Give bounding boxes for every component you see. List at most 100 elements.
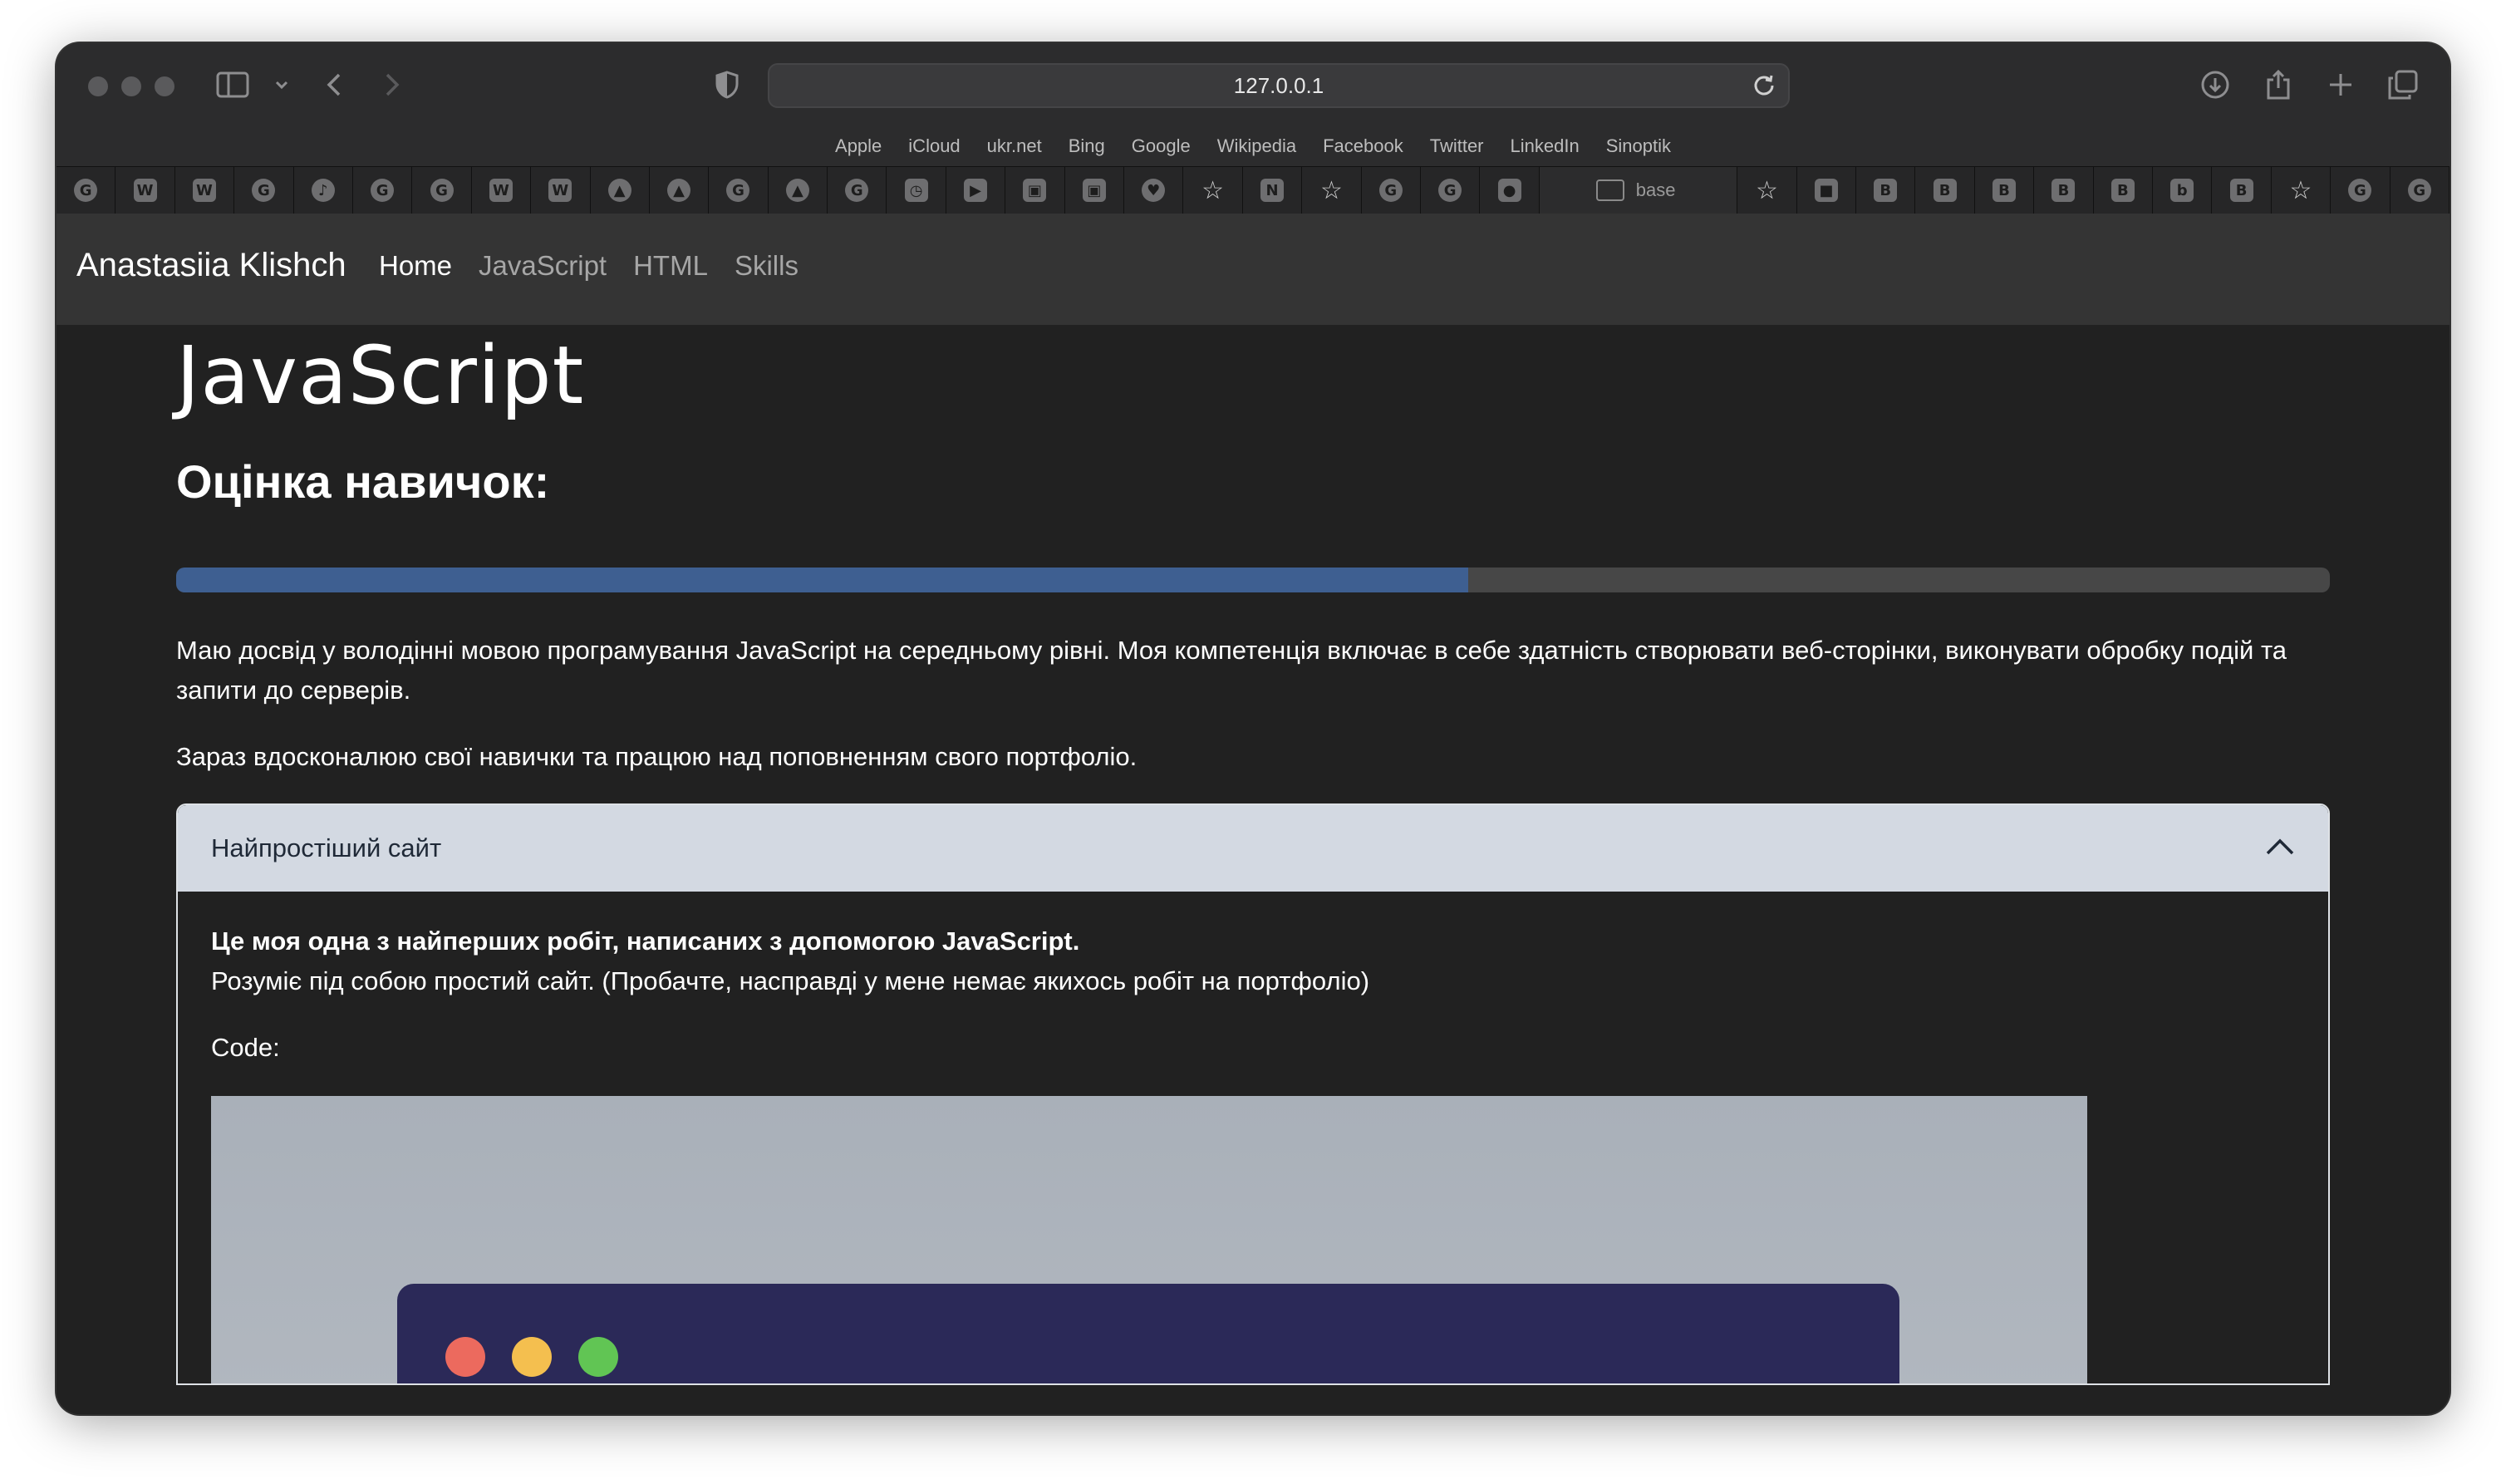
browser-tab[interactable]: B <box>1856 167 1916 214</box>
red-dot-icon <box>445 1337 485 1377</box>
webflow-icon: W <box>548 179 572 202</box>
code-window-dots <box>445 1337 618 1377</box>
site-navbar: Anastasiia Klishch Home JavaScript HTML … <box>57 214 2449 325</box>
bootstrap-icon: B <box>2229 179 2253 202</box>
browser-tab[interactable]: G <box>352 167 413 214</box>
chevron-down-icon[interactable] <box>274 66 289 103</box>
heart-icon: ♥ <box>1142 179 1166 202</box>
forward-icon[interactable] <box>382 66 402 103</box>
favorite-link[interactable]: Apple <box>835 135 882 157</box>
bootstrap-icon: B <box>1993 179 2017 202</box>
browser-tab[interactable]: W <box>115 167 175 214</box>
browser-tab[interactable]: ▲ <box>768 167 828 214</box>
browser-tab[interactable]: G <box>412 167 472 214</box>
download-icon[interactable] <box>2200 66 2230 103</box>
favorites-bar: Apple iCloud ukr.net Bing Google Wikiped… <box>57 126 2449 166</box>
reload-icon[interactable] <box>1752 73 1776 102</box>
nav-link-home[interactable]: Home <box>379 250 452 282</box>
browser-tab[interactable]: ♪ <box>293 167 353 214</box>
browser-tab[interactable]: G <box>709 167 769 214</box>
tab-strip: G W W G ♪ G G W W ▲ ▲ G ▲ G ◷ ▶ ▣ ▣ ♥ ☆ N ☆ G G ● base ☆ ■ B B B B Bb B ☆ G… <box>57 166 2449 214</box>
browser-tab[interactable]: ◷ <box>887 167 946 214</box>
grammarly-icon: G <box>74 179 98 202</box>
project-intro: Це моя одна з найперших робіт, написаних… <box>211 926 1080 956</box>
minimize-window-button[interactable] <box>121 76 141 96</box>
drive-icon: ▲ <box>667 179 691 202</box>
youtube-icon: ▶ <box>964 179 988 202</box>
browser-tab[interactable]: ■ <box>1796 167 1857 214</box>
browser-tab[interactable]: W <box>531 167 591 214</box>
favorite-link[interactable]: Twitter <box>1430 135 1484 157</box>
browser-tab[interactable]: b <box>2153 167 2213 214</box>
browser-tab[interactable]: G <box>57 167 116 214</box>
tab-overview-icon[interactable] <box>2388 66 2418 103</box>
browser-tab[interactable]: G <box>2390 167 2449 214</box>
green-dot-icon <box>578 1337 618 1377</box>
page-title: JavaScript <box>176 329 585 422</box>
favorite-link[interactable]: Facebook <box>1323 135 1403 157</box>
clock-icon: ◷ <box>904 179 928 202</box>
browser-tab[interactable]: ☆ <box>1302 167 1362 214</box>
browser-tab[interactable]: B <box>2034 167 2094 214</box>
main-content: JavaScript Оцінка навичок: Маю досвід у … <box>176 325 2330 1385</box>
bootstrap-icon: B <box>1874 179 1898 202</box>
nav-link-html[interactable]: HTML <box>633 250 708 282</box>
browser-tab[interactable]: ▶ <box>946 167 1006 214</box>
browser-tab[interactable]: G <box>1420 167 1481 214</box>
close-window-button[interactable] <box>88 76 108 96</box>
accordion-body: Це моя одна з найперших робіт, написаних… <box>178 892 2328 1383</box>
browser-tab-active[interactable]: base <box>1539 167 1738 214</box>
project-accordion: Найпростіший сайт Це моя одна з найперши… <box>176 803 2330 1385</box>
bootstrap-icon: B <box>1933 179 1957 202</box>
share-icon[interactable] <box>2265 66 2292 103</box>
browser-tab[interactable]: G <box>234 167 294 214</box>
browser-tab[interactable]: B <box>1974 167 2035 214</box>
favorite-link[interactable]: iCloud <box>908 135 960 157</box>
contact-icon: ▣ <box>1082 179 1106 202</box>
browser-tab[interactable]: ● <box>1480 167 1540 214</box>
grammarly-icon: G <box>252 179 276 202</box>
star-icon: ☆ <box>1756 175 1778 205</box>
browser-tab[interactable]: W <box>174 167 235 214</box>
github-icon: ● <box>1497 179 1521 202</box>
favorite-link[interactable]: Sinoptik <box>1606 135 1671 157</box>
browser-tab[interactable]: ▣ <box>1005 167 1065 214</box>
grammarly-icon: G <box>845 179 869 202</box>
browser-tab[interactable]: ▣ <box>1064 167 1125 214</box>
zoom-window-button[interactable] <box>155 76 174 96</box>
site-brand[interactable]: Anastasiia Klishch <box>76 247 346 284</box>
browser-tab[interactable]: ☆ <box>1737 167 1797 214</box>
grammarly-icon: G <box>726 179 750 202</box>
nav-link-skills[interactable]: Skills <box>735 250 798 282</box>
browser-tab[interactable]: ☆ <box>1183 167 1243 214</box>
favorite-link[interactable]: Wikipedia <box>1217 135 1296 157</box>
browser-tab[interactable]: G <box>1361 167 1421 214</box>
star-icon: ☆ <box>2289 175 2312 205</box>
code-screenshot <box>211 1096 2087 1383</box>
favorite-link[interactable]: Bing <box>1069 135 1105 157</box>
browser-tab[interactable]: N <box>1242 167 1303 214</box>
browser-tab[interactable]: ▲ <box>590 167 650 214</box>
browser-tab[interactable]: ♥ <box>1124 167 1184 214</box>
browser-tab[interactable]: G <box>828 167 887 214</box>
favorite-link[interactable]: Google <box>1132 135 1191 157</box>
back-icon[interactable] <box>324 66 344 103</box>
video-icon: ■ <box>1814 179 1838 202</box>
privacy-shield-icon[interactable] <box>715 66 740 103</box>
browser-tab[interactable]: B <box>2212 167 2272 214</box>
browser-tab[interactable]: W <box>471 167 532 214</box>
accordion-title: Найпростіший сайт <box>211 833 442 862</box>
browser-tab[interactable]: ▲ <box>649 167 710 214</box>
browser-tab[interactable]: ☆ <box>2271 167 2332 214</box>
accordion-header[interactable]: Найпростіший сайт <box>178 805 2328 892</box>
new-tab-icon[interactable] <box>2328 66 2353 103</box>
browser-tab[interactable]: B <box>2093 167 2154 214</box>
address-bar[interactable]: 127.0.0.1 <box>768 63 1790 108</box>
favorite-link[interactable]: ukr.net <box>987 135 1042 157</box>
browser-tab[interactable]: B <box>1915 167 1975 214</box>
sidebar-toggle-icon[interactable] <box>216 66 249 103</box>
browser-tab[interactable]: G <box>2331 167 2391 214</box>
nav-link-javascript[interactable]: JavaScript <box>479 250 607 282</box>
webflow-icon: W <box>192 179 216 202</box>
favorite-link[interactable]: LinkedIn <box>1511 135 1580 157</box>
